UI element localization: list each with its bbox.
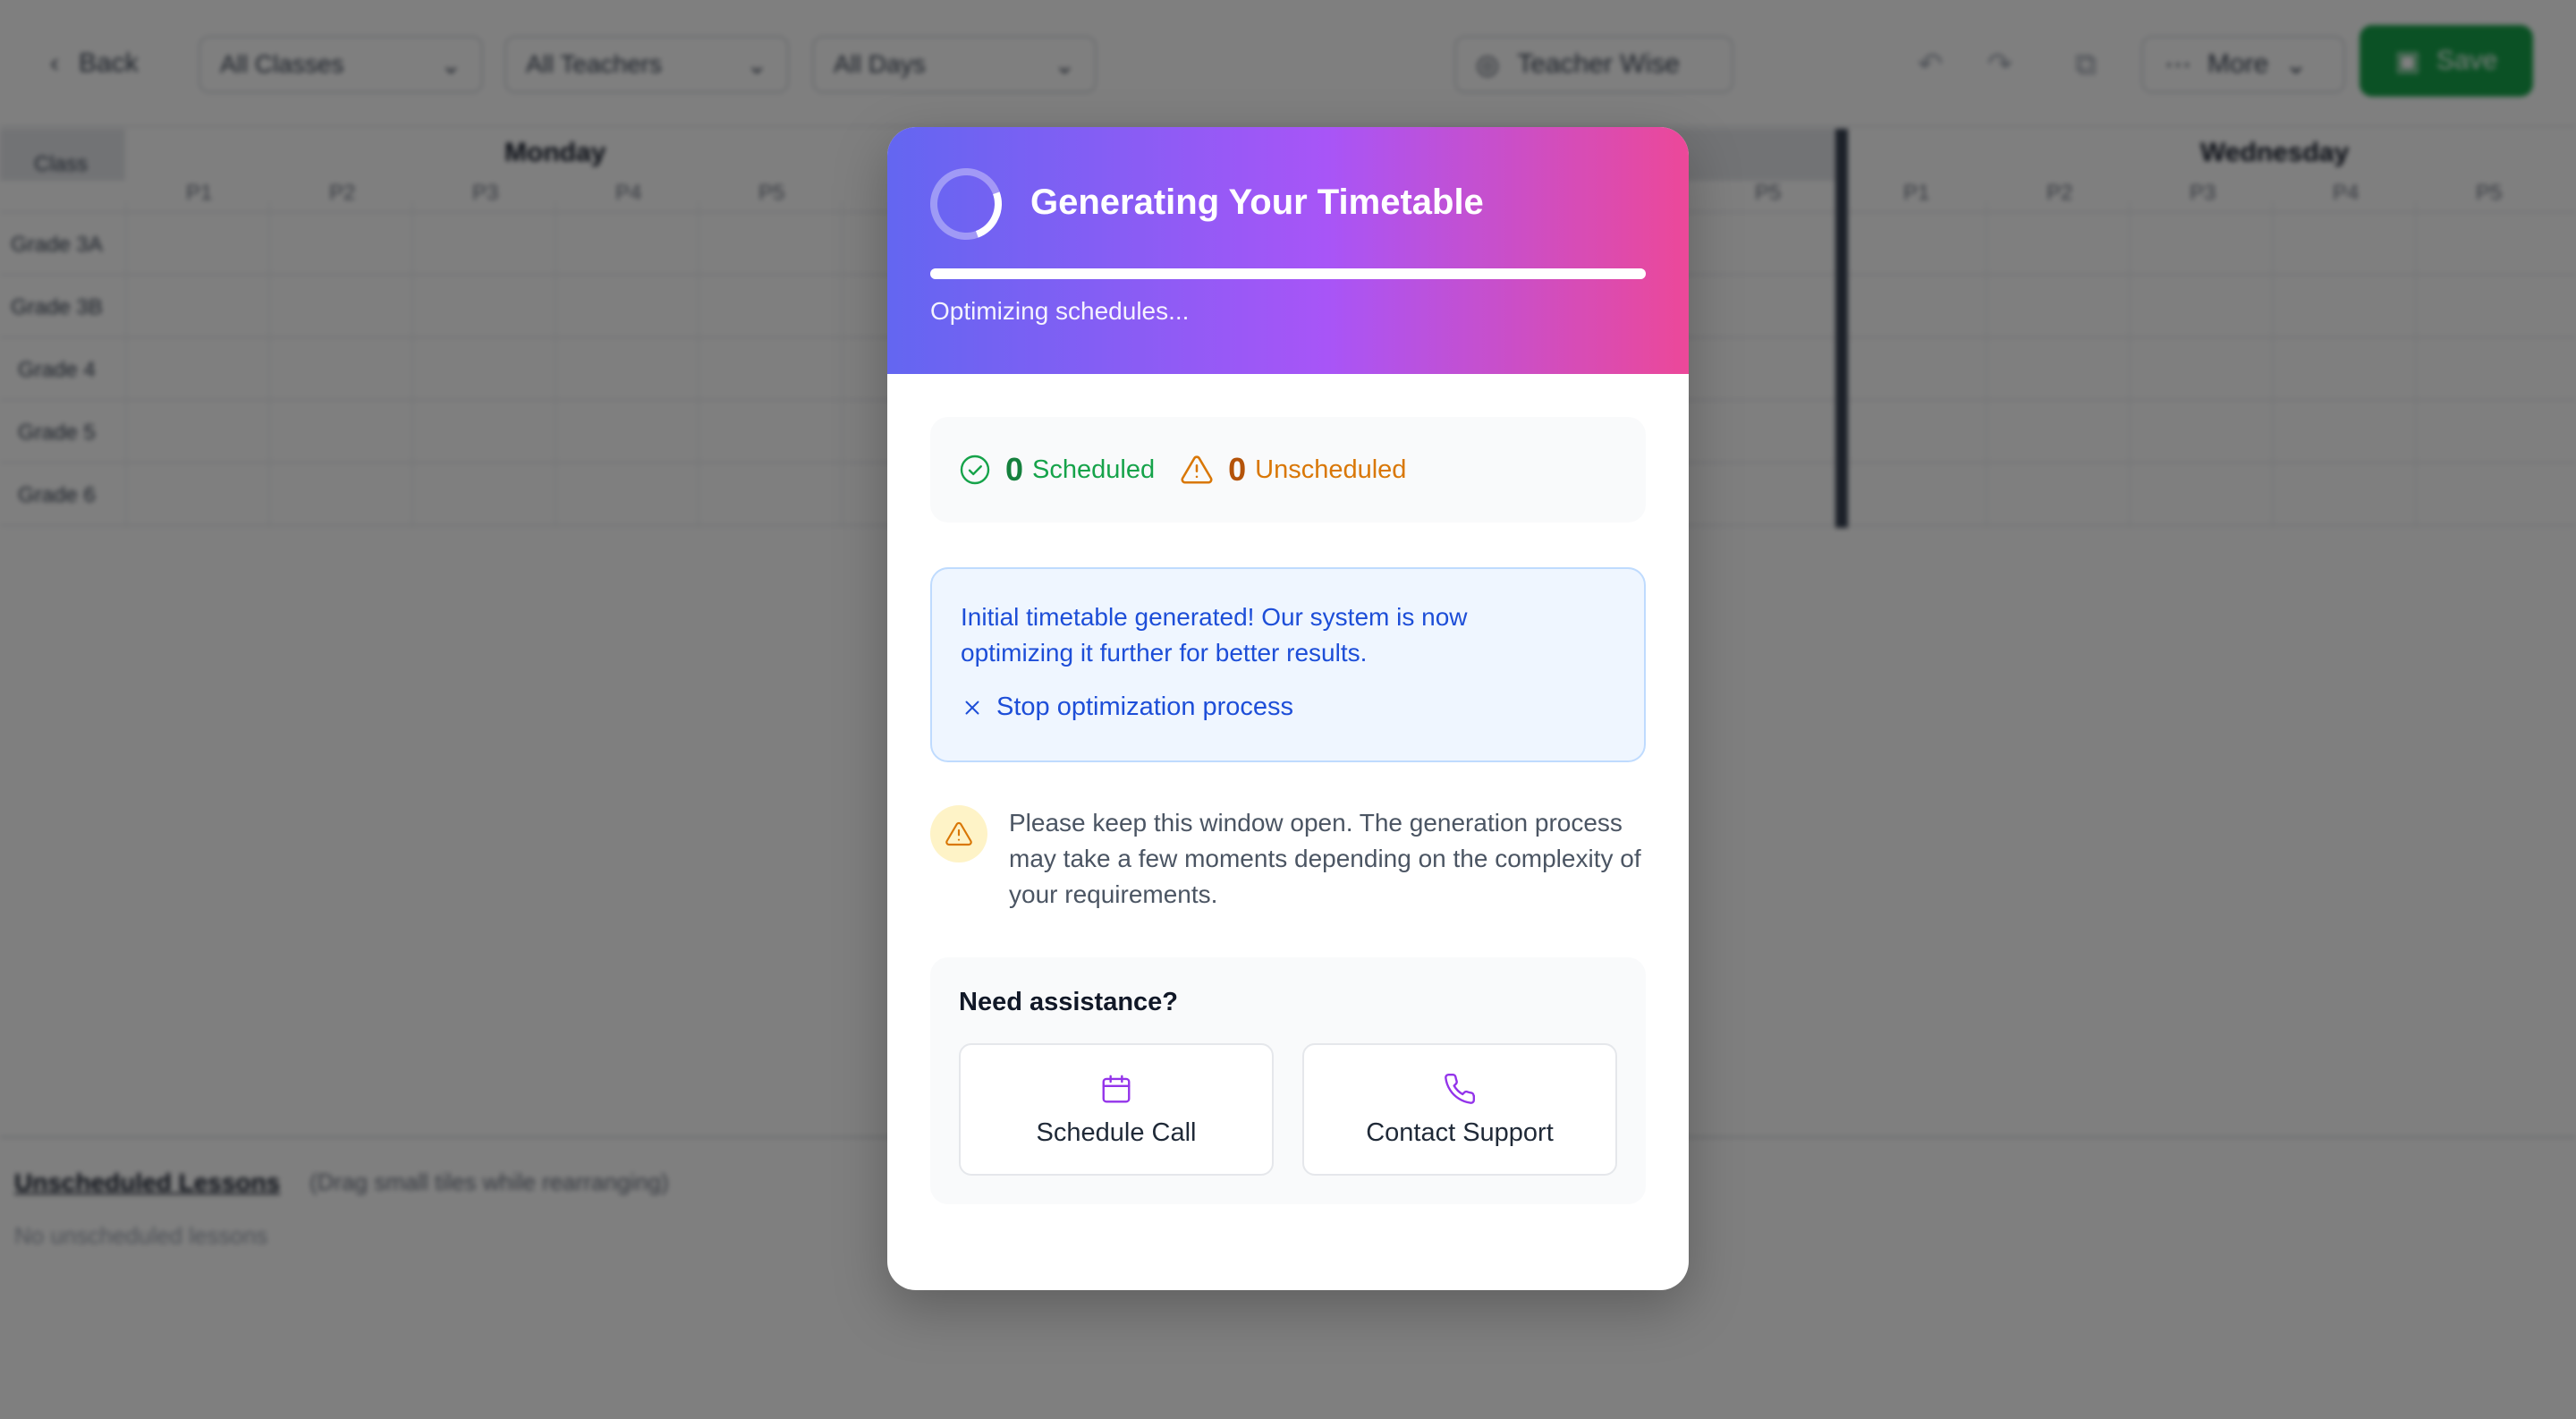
contact-support-label: Contact Support bbox=[1366, 1117, 1554, 1147]
spinner-icon bbox=[918, 156, 1014, 252]
contact-support-button[interactable]: Contact Support bbox=[1302, 1043, 1617, 1176]
stats-panel: 0 Scheduled 0 Unscheduled bbox=[930, 417, 1646, 523]
modal-title: Generating Your Timetable bbox=[1030, 183, 1484, 222]
alert-triangle-icon bbox=[1181, 455, 1213, 484]
info-box: Initial timetable generated! Our system … bbox=[930, 567, 1646, 762]
warning-badge bbox=[930, 805, 987, 862]
scheduled-label: Scheduled bbox=[1032, 455, 1156, 484]
alert-triangle-icon bbox=[945, 821, 972, 846]
progress-bar bbox=[930, 268, 1646, 279]
unscheduled-count: 0 bbox=[1228, 451, 1247, 488]
schedule-call-button[interactable]: Schedule Call bbox=[959, 1043, 1274, 1176]
scheduled-count: 0 bbox=[1005, 451, 1024, 488]
stop-optimization-link[interactable]: Stop optimization process bbox=[961, 693, 1293, 722]
keep-open-note: Please keep this window open. The genera… bbox=[1009, 809, 1641, 908]
generation-modal: Generating Your Timetable Optimizing sch… bbox=[887, 127, 1689, 1290]
scheduled-stat: 0 Scheduled bbox=[959, 451, 1155, 489]
check-circle-icon bbox=[960, 455, 990, 485]
schedule-call-label: Schedule Call bbox=[1036, 1117, 1197, 1147]
info-message: Initial timetable generated! Our system … bbox=[961, 603, 1468, 667]
assistance-title: Need assistance? bbox=[959, 988, 1179, 1016]
progress-fill bbox=[930, 268, 1646, 279]
unscheduled-stat: 0 Unscheduled bbox=[1180, 451, 1406, 489]
phone-icon bbox=[1445, 1073, 1476, 1104]
modal-status: Optimizing schedules... bbox=[930, 297, 1190, 325]
close-icon bbox=[965, 701, 979, 714]
unscheduled-label: Unscheduled bbox=[1255, 455, 1407, 484]
modal-header: Generating Your Timetable Optimizing sch… bbox=[887, 127, 1689, 374]
stop-optimization-label: Stop optimization process bbox=[996, 693, 1294, 721]
calendar-icon bbox=[1102, 1075, 1131, 1102]
assistance-panel: Need assistance? Schedule Call Contact S… bbox=[930, 957, 1646, 1204]
